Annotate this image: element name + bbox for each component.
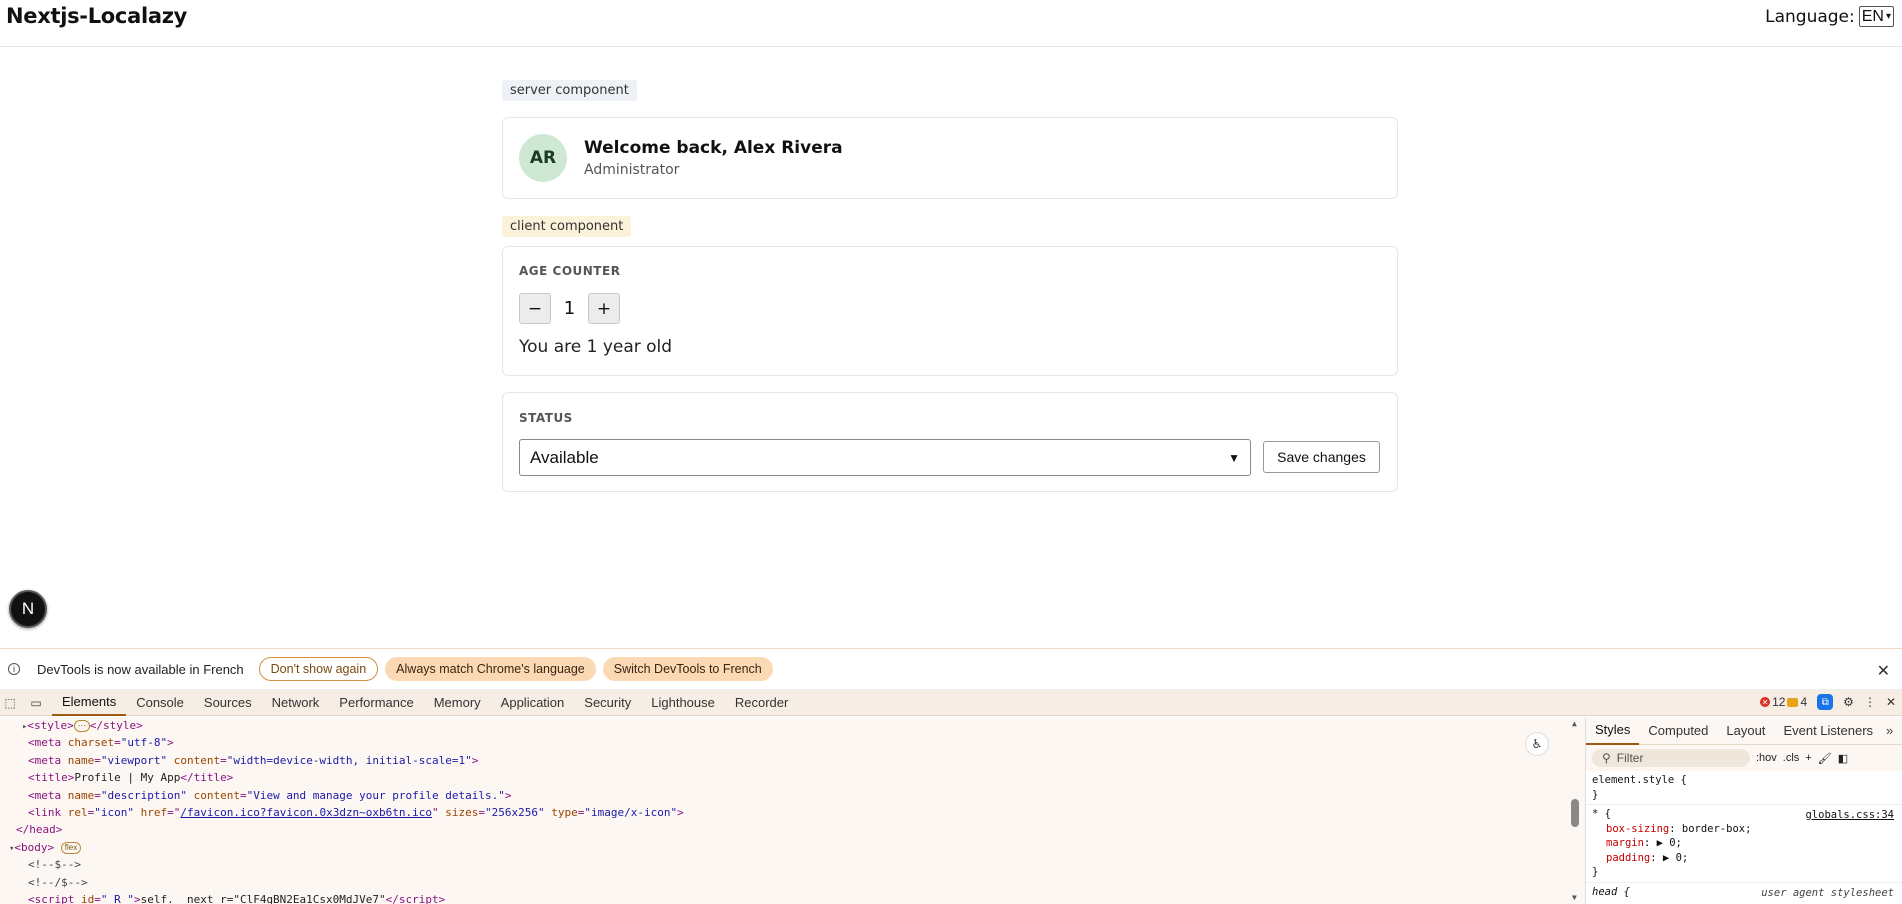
scroll-thumb[interactable] <box>1571 799 1579 827</box>
scroll-down-icon[interactable]: ▼ <box>1572 893 1577 902</box>
sidebar-toggle-icon[interactable]: ◧ <box>1838 752 1848 765</box>
nextjs-dev-badge[interactable]: N <box>9 590 47 628</box>
devtools-panel: i DevTools is now available in French Do… <box>0 648 1902 904</box>
elements-scrollbar[interactable]: ▲ ▼ <box>1568 717 1585 904</box>
styles-filter-row: ⚲ Filter :hov .cls + 🖌 ◧ <box>1586 745 1902 771</box>
tab-layout[interactable]: Layout <box>1717 717 1774 745</box>
app-header: Nextjs-Localazy Language: EN ▾ <box>0 0 1902 47</box>
css-rule-element-style[interactable]: element.style { } <box>1586 771 1902 805</box>
server-component-tag: server component <box>502 80 637 101</box>
age-text: You are 1 year old <box>519 337 673 357</box>
language-switcher: Language: EN ▾ <box>1765 6 1894 27</box>
css-rule-head[interactable]: head { user agent stylesheet <box>1586 883 1902 902</box>
chevron-down-icon: ▾ <box>1885 11 1891 22</box>
tab-elements[interactable]: Elements <box>52 690 127 716</box>
tab-console[interactable]: Console <box>126 690 194 716</box>
avatar: AR <box>519 134 567 182</box>
tab-lighthouse[interactable]: Lighthouse <box>641 690 725 716</box>
language-label: Language: <box>1765 6 1855 27</box>
tab-performance[interactable]: Performance <box>329 690 423 716</box>
dom-node-meta-charset[interactable]: <meta charset="utf-8"> <box>0 734 1585 751</box>
flex-badge[interactable]: flex <box>60 841 82 854</box>
device-toolbar-icon[interactable]: ▭ <box>29 696 43 710</box>
tab-event-listeners[interactable]: Event Listeners <box>1774 717 1882 745</box>
css-rule-universal[interactable]: * { globals.css:34 box-sizing: border-bo… <box>1586 805 1902 883</box>
status-select[interactable]: Available ▼ <box>519 439 1251 476</box>
close-icon[interactable]: ✕ <box>1886 695 1896 709</box>
status-label: STATUS <box>519 411 573 425</box>
tab-memory[interactable]: Memory <box>424 690 491 716</box>
dom-node-script[interactable]: <script id="_R_">self.__next_r="ClF4gBN2… <box>0 891 1585 904</box>
css-source-label: user agent stylesheet <box>1761 886 1894 899</box>
save-changes-button[interactable]: Save changes <box>1263 441 1380 473</box>
language-value: EN <box>1861 7 1884 25</box>
dom-node-head-close[interactable]: </head> <box>0 821 1585 838</box>
dont-show-again-button[interactable]: Don't show again <box>258 657 379 681</box>
tab-network[interactable]: Network <box>262 690 330 716</box>
dom-node-meta-viewport[interactable]: <meta name="viewport" content="width=dev… <box>0 752 1585 769</box>
filter-icon: ⚲ <box>1602 751 1611 765</box>
more-options-icon[interactable]: ⋮ <box>1864 695 1876 709</box>
welcome-heading: Welcome back, Alex Rivera <box>584 138 843 158</box>
styles-tabbar: Styles Computed Layout Event Listeners » <box>1586 717 1902 745</box>
dom-node-title[interactable]: <title>Profile | My App</title> <box>0 769 1585 786</box>
tab-security[interactable]: Security <box>574 690 641 716</box>
dom-node-style[interactable]: ▸<style> ⋯ </style> <box>0 717 1585 734</box>
tab-application[interactable]: Application <box>491 690 575 716</box>
extension-icon[interactable]: ⧉ <box>1817 694 1834 710</box>
close-icon[interactable]: ✕ <box>1877 661 1890 681</box>
user-role: Administrator <box>584 162 680 178</box>
cls-toggle[interactable]: .cls <box>1783 752 1800 764</box>
gear-icon[interactable]: ⚙ <box>1843 695 1854 709</box>
warning-count: 4 <box>1800 695 1808 709</box>
age-stepper: − 1 + <box>519 293 620 324</box>
info-icon: i <box>8 663 20 675</box>
dom-node-meta-description[interactable]: <meta name="description" content="View a… <box>0 787 1585 804</box>
paint-icon[interactable]: 🖌 <box>1818 752 1832 765</box>
styles-pane: Styles Computed Layout Event Listeners »… <box>1585 717 1902 904</box>
language-select[interactable]: EN ▾ <box>1858 6 1894 27</box>
css-source-link[interactable]: globals.css:34 <box>1805 808 1894 823</box>
scroll-up-icon[interactable]: ▲ <box>1572 719 1577 728</box>
age-value: 1 <box>563 298 576 319</box>
dom-node-comment[interactable]: <!--$--> <box>0 856 1585 873</box>
new-style-rule-icon[interactable]: + <box>1805 752 1811 764</box>
tab-computed[interactable]: Computed <box>1639 717 1717 745</box>
age-counter-label: AGE COUNTER <box>519 264 621 278</box>
user-card: AR Welcome back, Alex Rivera Administrat… <box>502 117 1398 199</box>
chevron-down-icon: ▼ <box>1228 450 1240 465</box>
elements-tree[interactable]: ▸<style> ⋯ </style> <meta charset="utf-8">… <box>0 717 1585 904</box>
decrement-button[interactable]: − <box>519 293 551 324</box>
tab-sources[interactable]: Sources <box>194 690 262 716</box>
error-count-badge[interactable]: ✕ 12 4 <box>1760 695 1807 709</box>
devtools-language-notice: i DevTools is now available in French Do… <box>0 649 1902 690</box>
brand-title[interactable]: Nextjs-Localazy <box>6 4 187 28</box>
devtools-tabbar: ⬚ ▭ Elements Console Sources Network Per… <box>0 690 1902 716</box>
accessibility-icon[interactable]: ♿ <box>1525 732 1549 756</box>
age-counter-card: AGE COUNTER − 1 + You are 1 year old <box>502 246 1398 376</box>
main-content: server component AR Welcome back, Alex R… <box>502 79 1398 492</box>
tab-styles[interactable]: Styles <box>1586 717 1640 745</box>
increment-button[interactable]: + <box>588 293 620 324</box>
dom-node-link-icon[interactable]: <link rel="icon" href="/favicon.ico?favi… <box>0 804 1585 821</box>
client-component-tag: client component <box>502 216 632 237</box>
error-count: 12 <box>1772 695 1786 709</box>
tab-recorder[interactable]: Recorder <box>725 690 798 716</box>
more-tabs-icon[interactable]: » <box>1882 723 1893 738</box>
devtools-toolbar-right: ✕ 12 4 ⧉ ⚙ ⋮ ✕ <box>1760 694 1896 710</box>
notice-text: DevTools is now available in French <box>37 661 244 677</box>
switch-to-french-button[interactable]: Switch DevTools to French <box>602 657 773 681</box>
status-selected-value: Available <box>530 447 599 467</box>
error-icon: ✕ <box>1760 697 1771 707</box>
inspect-element-icon[interactable]: ⬚ <box>3 696 17 710</box>
filter-placeholder: Filter <box>1616 751 1644 765</box>
warning-icon <box>1787 697 1799 707</box>
hov-toggle[interactable]: :hov <box>1756 752 1777 764</box>
dom-node-comment[interactable]: <!--/$--> <box>0 874 1585 891</box>
status-card: STATUS Available ▼ Save changes <box>502 392 1398 492</box>
styles-filter-input[interactable]: ⚲ Filter <box>1592 749 1750 767</box>
always-match-language-button[interactable]: Always match Chrome's language <box>385 657 596 681</box>
devtools-body: ▸<style> ⋯ </style> <meta charset="utf-8">… <box>0 717 1902 904</box>
dom-node-body[interactable]: ▾<body> flex <box>0 839 1585 856</box>
